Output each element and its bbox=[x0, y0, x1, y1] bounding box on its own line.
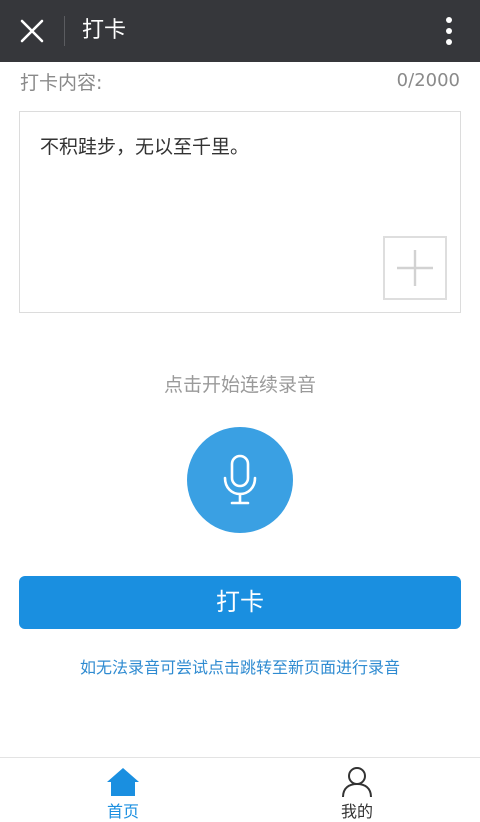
microphone-icon bbox=[223, 454, 257, 505]
page-title: 打卡 bbox=[82, 18, 127, 43]
content-label-row: 打卡内容: 0/2000 bbox=[20, 68, 460, 98]
tab-mine[interactable]: 我的 bbox=[297, 758, 417, 821]
header-bar: 打卡 bbox=[0, 0, 480, 62]
checkin-button[interactable]: 打卡 bbox=[19, 576, 461, 629]
more-vertical-icon bbox=[446, 17, 452, 45]
bottom-tab-bar: 首页 我的 bbox=[0, 757, 480, 821]
microphone-button[interactable] bbox=[187, 427, 293, 533]
more-button[interactable] bbox=[434, 13, 464, 49]
close-icon bbox=[20, 19, 44, 43]
char-counter: 0/2000 bbox=[396, 70, 460, 91]
home-icon bbox=[107, 768, 139, 796]
content-label: 打卡内容: bbox=[20, 72, 103, 94]
user-icon bbox=[342, 767, 372, 798]
tab-home[interactable]: 首页 bbox=[63, 758, 183, 821]
record-hint: 点击开始连续录音 bbox=[163, 374, 316, 396]
fallback-record-link[interactable]: 如无法录音可尝试点击跳转至新页面进行录音 bbox=[0, 654, 480, 678]
content-textarea[interactable]: 不积跬步，无以至千里。 bbox=[19, 111, 461, 313]
tab-home-label: 首页 bbox=[106, 802, 139, 821]
header-divider bbox=[64, 16, 65, 46]
add-media-button[interactable] bbox=[383, 236, 447, 300]
close-button[interactable] bbox=[14, 13, 50, 49]
tab-mine-label: 我的 bbox=[340, 802, 373, 821]
plus-icon bbox=[397, 250, 433, 286]
content-text: 不积跬步，无以至千里。 bbox=[40, 136, 250, 158]
